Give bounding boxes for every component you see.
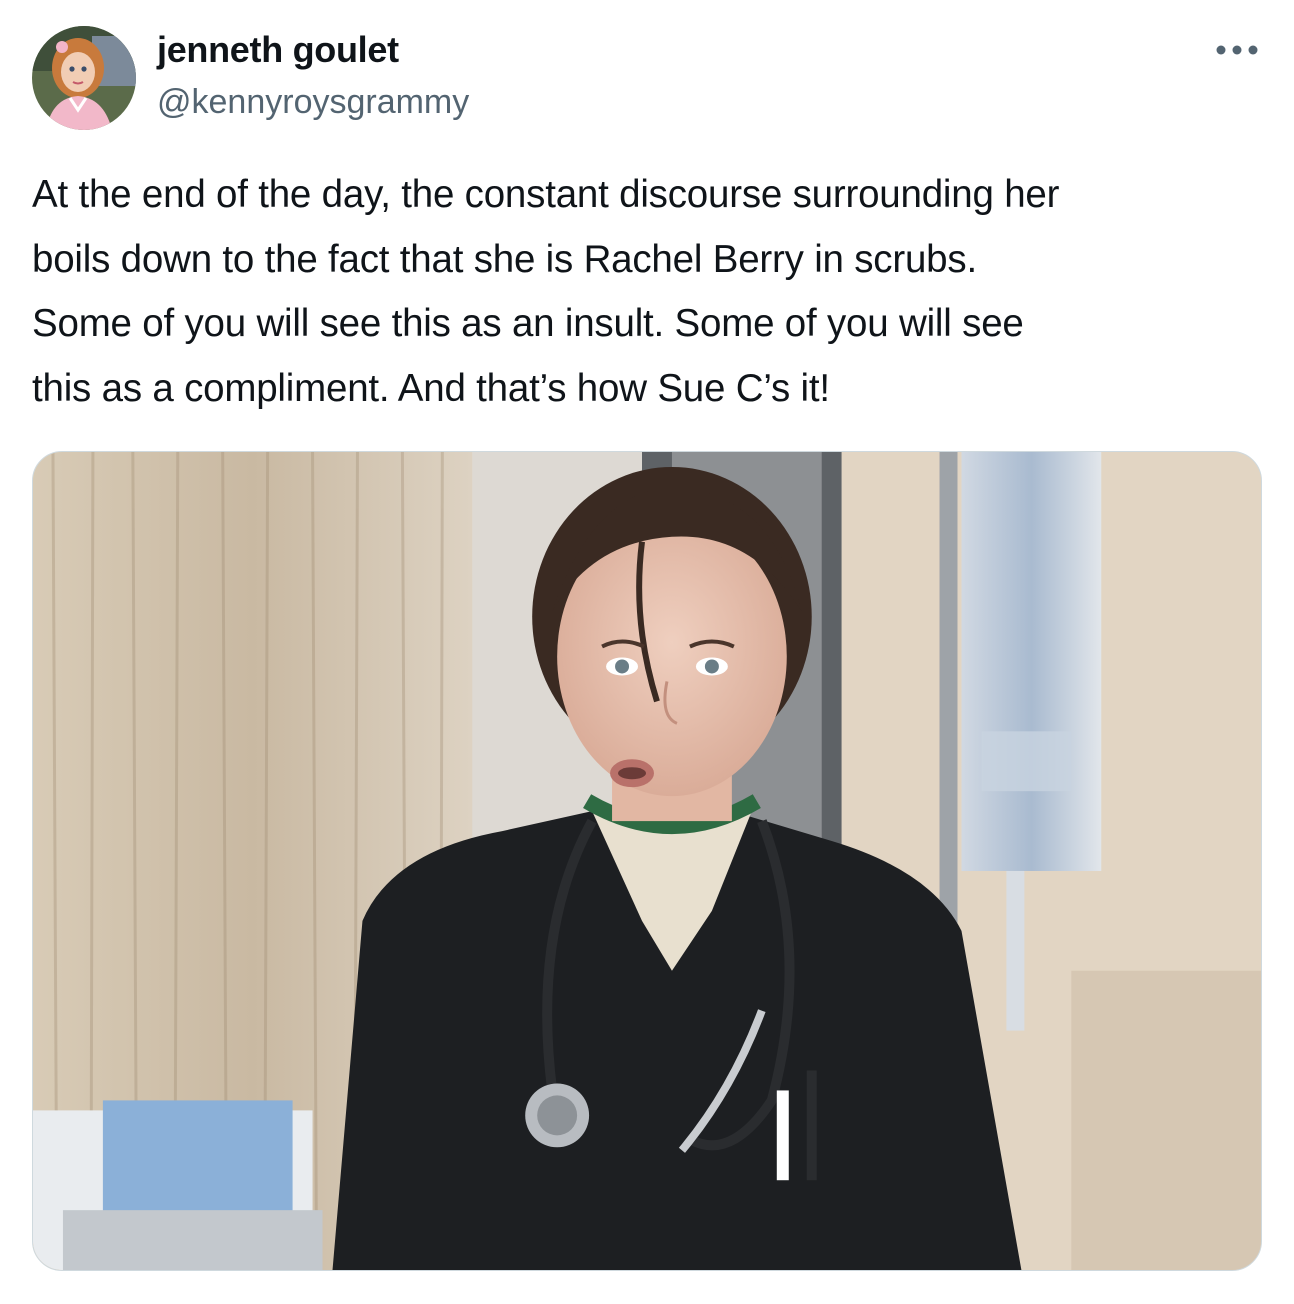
tweet-text: At the end of the day, the constant disc… xyxy=(32,163,1272,421)
author-display-name[interactable]: jenneth goulet xyxy=(157,26,399,74)
more-options-button[interactable] xyxy=(1208,30,1266,70)
tweet-photo[interactable] xyxy=(32,451,1262,1271)
tweet-card: jenneth goulet @kennyroysgrammy At the e… xyxy=(0,0,1294,1304)
photo-nurse-hospital-image xyxy=(33,452,1261,1270)
doll-avatar-icon xyxy=(32,26,136,130)
tweet-text-line: this as a compliment. And that’s how Sue… xyxy=(32,366,830,410)
avatar[interactable] xyxy=(32,26,136,130)
author-handle[interactable]: @kennyroysgrammy xyxy=(157,78,469,126)
tweet-text-line: boils down to the fact that she is Rache… xyxy=(32,237,977,281)
tweet-text-line: Some of you will see this as an insult. … xyxy=(32,302,1024,345)
more-horizontal-icon xyxy=(1216,45,1258,55)
tweet-text-line: At the end of the day, the constant disc… xyxy=(32,173,1060,216)
